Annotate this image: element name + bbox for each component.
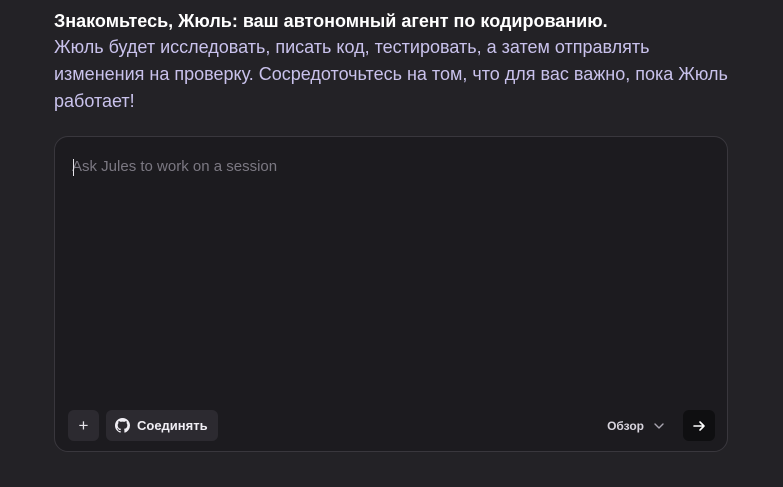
intro-subtitle: Жюль будет исследовать, писать код, тест… xyxy=(54,37,728,111)
github-icon xyxy=(115,418,130,433)
intro-title: Знакомьтесь, Жюль: ваш автономный агент … xyxy=(54,11,608,31)
view-dropdown-label: Обзор xyxy=(607,418,644,433)
session-prompt-input[interactable] xyxy=(72,157,702,397)
send-button[interactable] xyxy=(683,410,715,441)
session-composer: + Соединять Обзор xyxy=(54,136,728,452)
add-button[interactable]: + xyxy=(68,410,99,441)
connect-button[interactable]: Соединять xyxy=(106,410,218,441)
intro-section: Знакомьтесь, Жюль: ваш автономный агент … xyxy=(54,8,744,115)
plus-icon: + xyxy=(78,415,89,435)
arrow-right-icon xyxy=(693,420,705,431)
text-cursor xyxy=(73,159,74,176)
chevron-down-icon xyxy=(654,422,664,429)
jules-home: Знакомьтесь, Жюль: ваш автономный агент … xyxy=(0,0,783,487)
connect-button-label: Соединять xyxy=(137,418,208,433)
view-dropdown[interactable]: Обзор xyxy=(607,410,665,441)
